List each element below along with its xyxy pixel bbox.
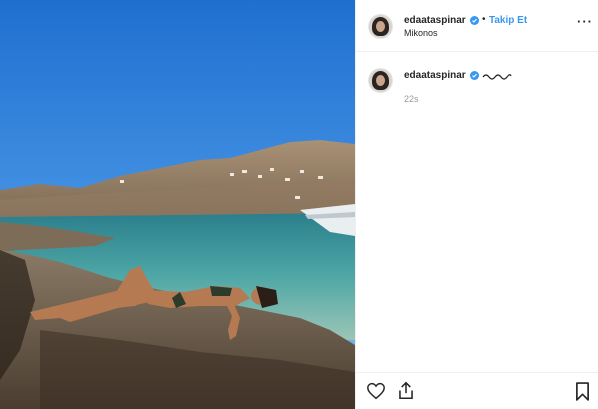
post-timestamp: 22s: [404, 94, 419, 104]
ellipsis-icon[interactable]: ···: [577, 14, 593, 29]
verified-badge-icon: [470, 16, 479, 25]
caption-username[interactable]: edaataspinar: [404, 70, 466, 81]
post-header: edaataspinar • Takip Et Mikonos ···: [356, 0, 598, 52]
separator-dot: •: [482, 14, 486, 25]
instagram-post: edaataspinar • Takip Et Mikonos ··· edaa…: [0, 0, 598, 409]
bookmark-icon[interactable]: [575, 382, 590, 401]
post-sidebar: edaataspinar • Takip Et Mikonos ··· edaa…: [355, 0, 598, 409]
caption-avatar[interactable]: [368, 68, 393, 93]
heart-icon[interactable]: [366, 382, 386, 400]
beach-photo: [0, 0, 355, 409]
wavy-squiggle-icon: [482, 74, 512, 80]
follow-button[interactable]: Takip Et: [489, 15, 527, 26]
post-photo[interactable]: [0, 0, 355, 409]
avatar[interactable]: [368, 14, 393, 39]
caption-verified-badge-icon: [470, 71, 479, 80]
location-link[interactable]: Mikonos: [404, 28, 438, 38]
share-icon[interactable]: [397, 381, 415, 400]
action-bar: [356, 372, 598, 409]
header-username[interactable]: edaataspinar: [404, 15, 466, 26]
